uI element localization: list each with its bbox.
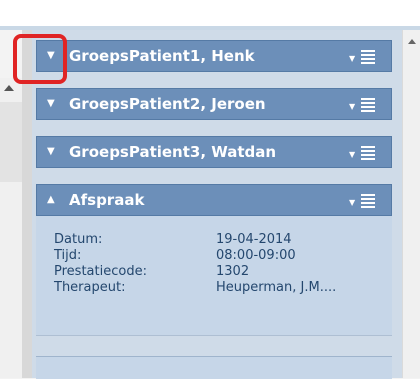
group-title: Afspraak bbox=[69, 191, 145, 209]
top-bar bbox=[0, 0, 420, 26]
group-title: GroepsPatient1, Henk bbox=[69, 47, 255, 65]
chevron-up-icon[interactable]: ▲ bbox=[47, 195, 55, 205]
detail-row-tijd: Tijd: 08:00-09:00 bbox=[54, 248, 384, 264]
hamburger-icon bbox=[361, 146, 375, 160]
scroll-thumb[interactable] bbox=[0, 102, 22, 182]
detail-row-therapeut: Therapeut: Heuperman, J.M.... bbox=[54, 280, 384, 296]
group-header-patient3[interactable]: ▼ GroepsPatient3, Watdan ▼ bbox=[36, 136, 392, 168]
group-title: GroepsPatient2, Jeroen bbox=[69, 95, 266, 113]
right-scrollbar[interactable] bbox=[402, 30, 420, 378]
header-menu-button[interactable]: ▼ bbox=[349, 144, 379, 162]
detail-label: Therapeut: bbox=[54, 280, 126, 295]
group-header-patient1[interactable]: ▼ GroepsPatient1, Henk ▼ bbox=[36, 40, 392, 72]
detail-label: Prestatiecode: bbox=[54, 264, 147, 279]
header-menu-button[interactable]: ▼ bbox=[349, 96, 379, 114]
chevron-down-icon[interactable]: ▼ bbox=[47, 147, 55, 157]
header-menu-button[interactable]: ▼ bbox=[349, 192, 379, 210]
left-scrollbar[interactable] bbox=[0, 78, 23, 378]
chevron-down-icon[interactable]: ▼ bbox=[47, 99, 55, 109]
scroll-up-arrow-icon[interactable] bbox=[408, 39, 416, 44]
detail-value: 08:00-09:00 bbox=[216, 248, 296, 263]
scroll-up-arrow-icon[interactable] bbox=[4, 85, 14, 91]
detail-value: 1302 bbox=[216, 264, 250, 279]
next-card bbox=[36, 356, 392, 379]
group-header-afspraak[interactable]: ▲ Afspraak ▼ bbox=[36, 184, 392, 216]
detail-row-prestatiecode: Prestatiecode: 1302 bbox=[54, 264, 384, 280]
detail-label: Datum: bbox=[54, 232, 103, 247]
dropdown-arrow-icon: ▼ bbox=[349, 102, 356, 111]
dropdown-arrow-icon: ▼ bbox=[349, 54, 356, 63]
detail-label: Tijd: bbox=[54, 248, 82, 263]
dropdown-arrow-icon: ▼ bbox=[349, 150, 356, 159]
appointment-details: Datum: 19-04-2014 Tijd: 08:00-09:00 Pres… bbox=[36, 216, 392, 336]
highlight-box bbox=[13, 34, 67, 84]
group-title: GroepsPatient3, Watdan bbox=[69, 143, 277, 161]
hamburger-icon bbox=[361, 98, 375, 112]
detail-value: 19-04-2014 bbox=[216, 232, 292, 247]
hamburger-icon bbox=[361, 50, 375, 64]
group-header-patient2[interactable]: ▼ GroepsPatient2, Jeroen ▼ bbox=[36, 88, 392, 120]
hamburger-icon bbox=[361, 194, 375, 208]
detail-value: Heuperman, J.M.... bbox=[216, 280, 337, 295]
dropdown-arrow-icon: ▼ bbox=[349, 198, 356, 207]
header-menu-button[interactable]: ▼ bbox=[349, 48, 379, 66]
detail-row-datum: Datum: 19-04-2014 bbox=[54, 232, 384, 248]
